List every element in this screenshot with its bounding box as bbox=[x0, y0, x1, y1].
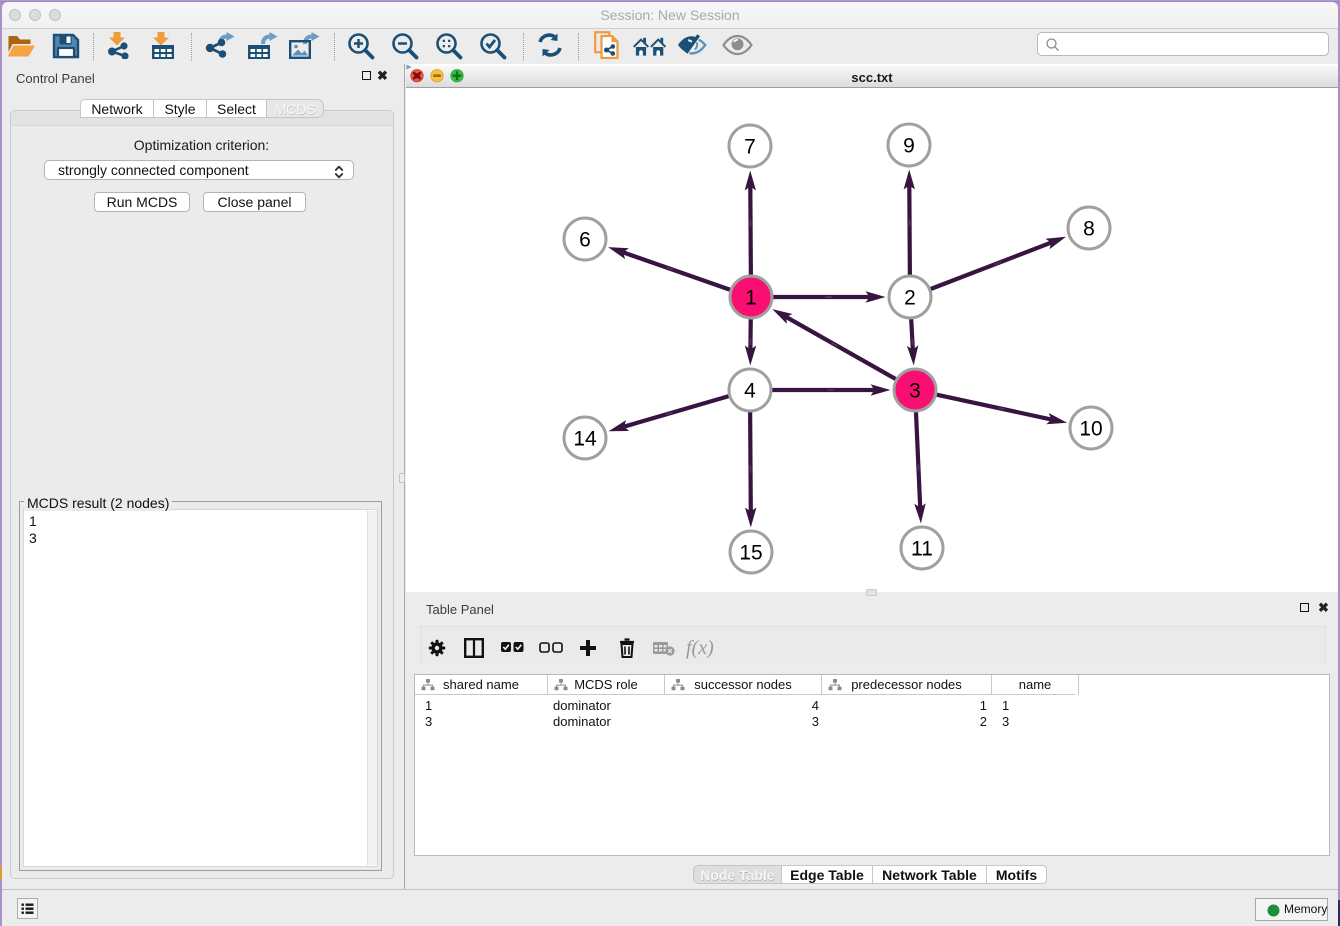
svg-text:9: 9 bbox=[903, 135, 915, 158]
svg-text:8: 8 bbox=[1083, 218, 1095, 241]
svg-text:2: 2 bbox=[904, 287, 916, 310]
svg-text:10: 10 bbox=[1079, 418, 1102, 441]
svg-text:4: 4 bbox=[744, 380, 756, 403]
svg-text:7: 7 bbox=[744, 136, 756, 159]
svg-text:3: 3 bbox=[909, 380, 921, 403]
svg-text:15: 15 bbox=[739, 542, 762, 565]
svg-text:1: 1 bbox=[745, 287, 757, 310]
svg-text:6: 6 bbox=[579, 229, 591, 252]
svg-text:14: 14 bbox=[573, 428, 597, 451]
svg-text:11: 11 bbox=[911, 538, 933, 561]
